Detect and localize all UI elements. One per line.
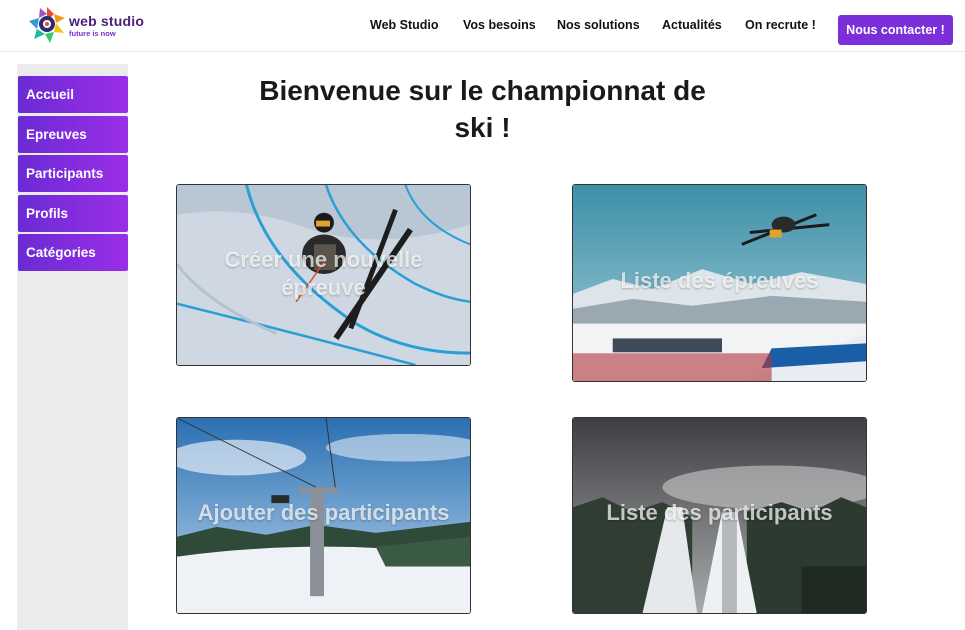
nav-nos-solutions[interactable]: Nos solutions	[557, 18, 640, 34]
sidebar-item-participants[interactable]: Participants	[18, 155, 128, 192]
sidebar-item-categories[interactable]: Catégories	[18, 234, 128, 271]
card-add-participants[interactable]: Ajouter des participants	[176, 417, 471, 614]
sidebar-item-accueil[interactable]: Accueil	[18, 76, 128, 113]
sidebar: Accueil Epreuves Participants Profils Ca…	[17, 64, 128, 630]
logo-flower-icon	[29, 7, 65, 43]
sidebar-item-profils[interactable]: Profils	[18, 195, 128, 232]
brand-logo[interactable]: web studio future is now	[28, 6, 168, 46]
brand-name: web studio	[69, 13, 145, 29]
nav-actualites[interactable]: Actualités	[662, 18, 722, 34]
card-create-event[interactable]: Créer une nouvelle épreuve	[176, 184, 471, 366]
nav-on-recrute[interactable]: On recrute !	[745, 18, 816, 34]
page-title-line1: Bienvenue sur le championnat de	[259, 75, 706, 106]
card-add-participants-label: Ajouter des participants	[197, 500, 450, 525]
card-list-participants[interactable]: Liste des participants	[572, 417, 867, 614]
sidebar-item-epreuves[interactable]: Epreuves	[18, 116, 128, 153]
page-title: Bienvenue sur le championnat de ski !	[240, 72, 725, 146]
card-list-events[interactable]: Liste des épreuves	[572, 184, 867, 382]
contact-button[interactable]: Nous contacter !	[838, 15, 953, 45]
top-header: web studio future is now Web Studio Vos …	[0, 0, 965, 52]
page-title-line2: ski !	[454, 112, 511, 143]
card-list-participants-label: Liste des participants	[606, 500, 833, 525]
card-list-events-label: Liste des épreuves	[620, 268, 819, 293]
nav-vos-besoins[interactable]: Vos besoins	[463, 18, 536, 34]
brand-tagline: future is now	[69, 29, 116, 38]
card-create-event-label: Créer une nouvelle épreuve	[224, 247, 423, 300]
nav-web-studio[interactable]: Web Studio	[370, 18, 439, 34]
